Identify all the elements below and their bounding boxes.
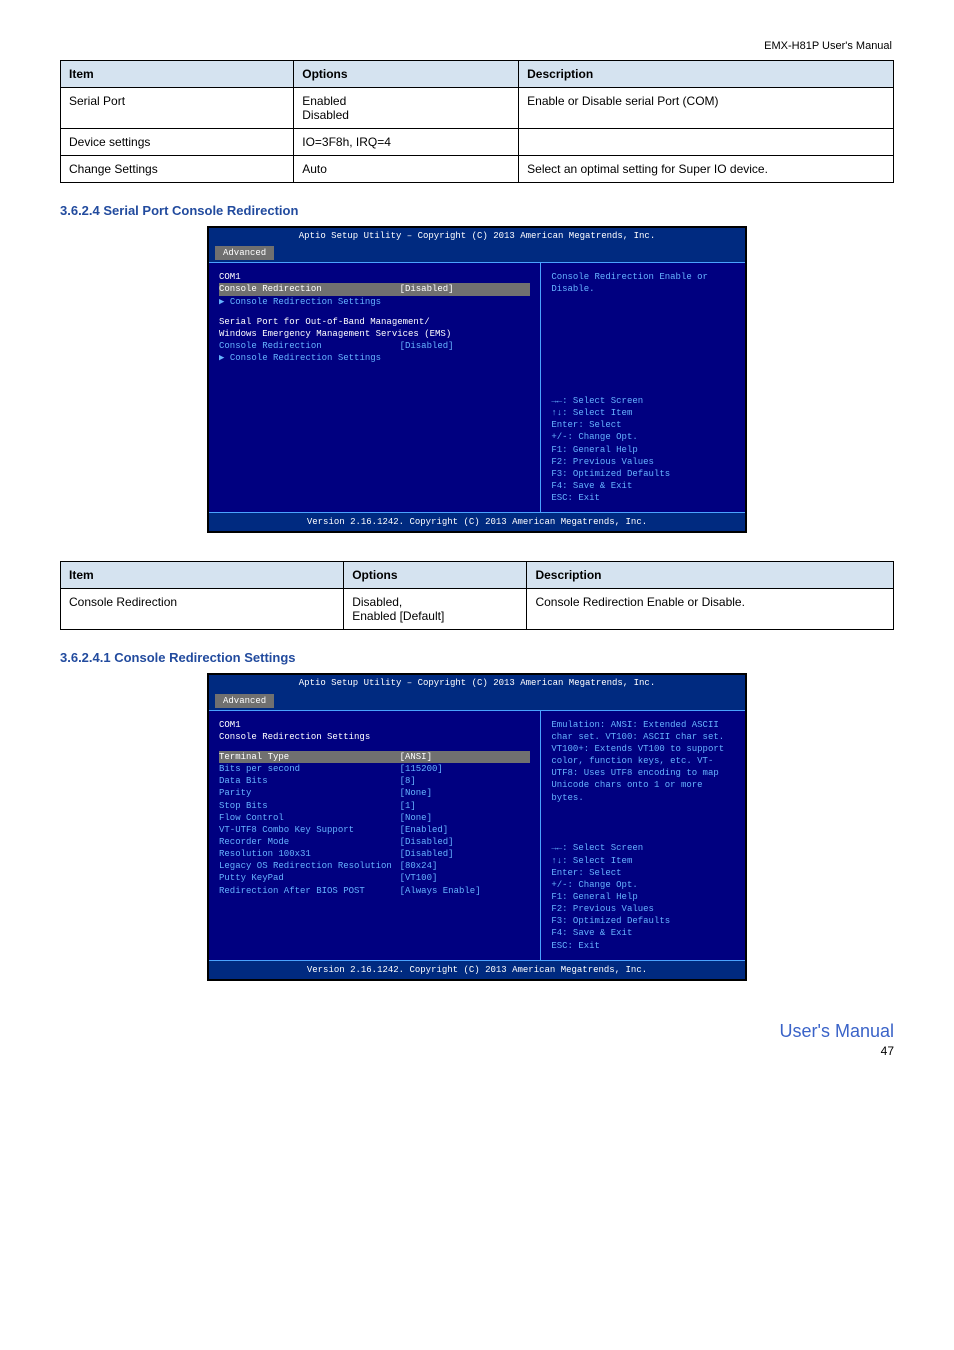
vt-utf8-combo[interactable]: VT-UTF8 Combo Key Support (219, 824, 400, 836)
cell: Enable or Disable serial Port (COM) (519, 88, 894, 129)
group-oob-1: Serial Port for Out-of-Band Management/ (219, 316, 530, 328)
parity[interactable]: Parity (219, 787, 400, 799)
data-bits[interactable]: Data Bits (219, 775, 400, 787)
putty-keypad[interactable]: Putty KeyPad (219, 872, 400, 884)
help-text: Console Redirection Enable or Disable. (551, 271, 735, 295)
bios-title: Aptio Setup Utility – Copyright (C) 2013… (209, 228, 745, 244)
cell: Serial Port (61, 88, 294, 129)
terminal-type[interactable]: Terminal Type (219, 751, 400, 763)
bios-tab-advanced[interactable]: Advanced (215, 694, 274, 708)
cell: Change Settings (61, 156, 294, 183)
bios-title: Aptio Setup Utility – Copyright (C) 2013… (209, 675, 745, 691)
group-com1: COM1 (219, 719, 530, 731)
th-desc: Description (519, 61, 894, 88)
stop-bits[interactable]: Stop Bits (219, 800, 400, 812)
bios-tab-advanced[interactable]: Advanced (215, 246, 274, 260)
group-oob-2: Windows Emergency Management Services (E… (219, 328, 530, 340)
subtitle: Console Redirection Settings (219, 731, 530, 743)
bios-screenshot-2: Aptio Setup Utility – Copyright (C) 2013… (207, 673, 747, 980)
cell: Enabled Disabled (294, 88, 519, 129)
options-table-2: Item Options Description Console Redirec… (60, 561, 894, 630)
key-hints: →←: Select Screen ↑↓: Select Item Enter:… (551, 842, 735, 951)
terminal-type-value[interactable]: [ANSI] (400, 751, 531, 763)
bios-footer: Version 2.16.1242. Copyright (C) 2013 Am… (209, 512, 745, 531)
footer-title: User's Manual (60, 1021, 894, 1042)
section-heading-1: 3.6.2.4 Serial Port Console Redirection (60, 203, 894, 218)
redirection-after-post[interactable]: Redirection After BIOS POST (219, 885, 400, 897)
cell: Select an optimal setting for Super IO d… (519, 156, 894, 183)
console-redirection-settings-ems-link[interactable]: ▶ Console Redirection Settings (219, 352, 530, 364)
cell: Auto (294, 156, 519, 183)
th-item: Item (61, 61, 294, 88)
cell (519, 129, 894, 156)
resolution-100x31[interactable]: Resolution 100x31 (219, 848, 400, 860)
doc-header-right: EMX-H81P User's Manual (60, 40, 894, 52)
cell: Console Redirection (61, 589, 344, 630)
section-heading-2: 3.6.2.4.1 Console Redirection Settings (60, 650, 894, 665)
bits-per-second[interactable]: Bits per second (219, 763, 400, 775)
recorder-mode[interactable]: Recorder Mode (219, 836, 400, 848)
th-options: Options (344, 562, 527, 589)
page-footer: User's Manual 47 (60, 1021, 894, 1058)
cell: Device settings (61, 129, 294, 156)
cell: Disabled, Enabled [Default] (344, 589, 527, 630)
key-hints: →←: Select Screen ↑↓: Select Item Enter:… (551, 395, 735, 504)
console-redirection-ems[interactable]: Console Redirection (219, 340, 400, 352)
group-com1: COM1 (219, 271, 530, 283)
console-redirection-ems-value[interactable]: [Disabled] (400, 340, 531, 352)
th-item: Item (61, 562, 344, 589)
cell: Console Redirection Enable or Disable. (527, 589, 894, 630)
legacy-os-res[interactable]: Legacy OS Redirection Resolution (219, 860, 400, 872)
cell: IO=3F8h, IRQ=4 (294, 129, 519, 156)
options-table-1: Item Options Description Serial Port Ena… (60, 60, 894, 183)
footer-page-number: 47 (60, 1044, 894, 1058)
help-text: Emulation: ANSI: Extended ASCII char set… (551, 719, 735, 804)
bios-screenshot-1: Aptio Setup Utility – Copyright (C) 2013… (207, 226, 747, 533)
th-desc: Description (527, 562, 894, 589)
flow-control[interactable]: Flow Control (219, 812, 400, 824)
console-redirection-value[interactable]: [Disabled] (400, 283, 531, 295)
console-redirection-settings-link[interactable]: ▶ Console Redirection Settings (219, 296, 530, 308)
th-options: Options (294, 61, 519, 88)
console-redirection[interactable]: Console Redirection (219, 283, 400, 295)
bios-footer: Version 2.16.1242. Copyright (C) 2013 Am… (209, 960, 745, 979)
